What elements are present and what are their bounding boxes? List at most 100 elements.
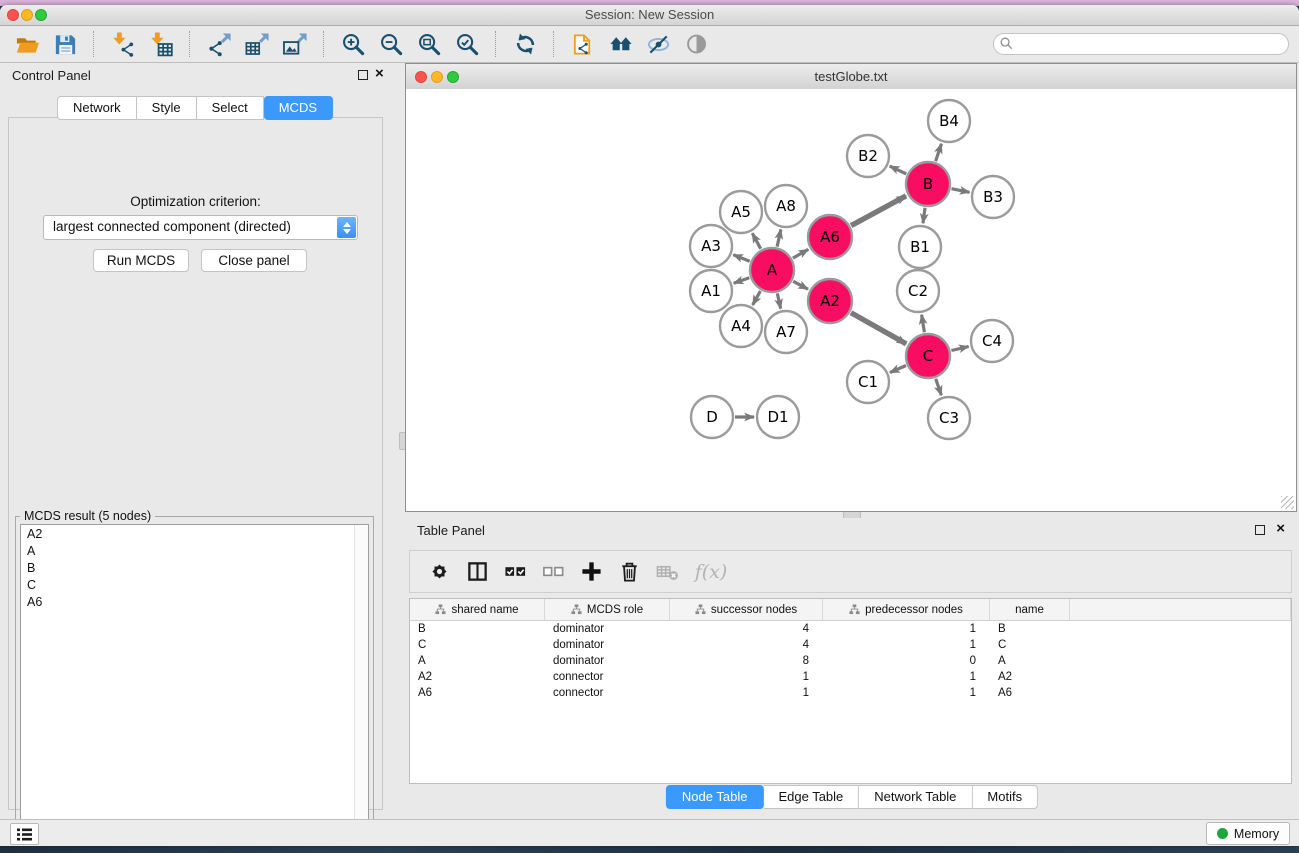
- close-panel-button[interactable]: Close panel: [201, 249, 307, 272]
- float-panel-icon[interactable]: [358, 70, 368, 80]
- column-header-successor-nodes[interactable]: successor nodes: [670, 599, 823, 620]
- graph-edge-B-B1[interactable]: [923, 208, 925, 223]
- graph-edge-A-A2[interactable]: [793, 281, 808, 289]
- column-header-shared-name[interactable]: shared name: [410, 599, 545, 620]
- network-canvas[interactable]: B4 B2 B B3 A5A8A6 A3 B1 A A1 C2 A2 A4A7 C4 C C1 C3 D D1: [406, 89, 1296, 511]
- mcds-result-list[interactable]: A2ABCA6: [20, 524, 369, 846]
- table-float-panel-icon[interactable]: [1255, 525, 1265, 535]
- toolbar-button-zoom-selected[interactable]: [449, 29, 485, 59]
- toolbar-button-refresh[interactable]: [507, 29, 543, 59]
- toolbar-button-import-table[interactable]: [143, 29, 179, 59]
- tab-mcds[interactable]: MCDS: [264, 96, 333, 120]
- toolbar-button-zoom-in[interactable]: [335, 29, 371, 59]
- toolbar-button-export-image[interactable]: [277, 29, 313, 59]
- table-row[interactable]: A2connector11A2: [410, 669, 1291, 685]
- graph-edge-A-A3[interactable]: [733, 255, 749, 261]
- toolbar-button-open-folder[interactable]: [9, 29, 45, 59]
- table-close-panel-icon[interactable]: ×: [1276, 520, 1285, 538]
- memory-button[interactable]: Memory: [1206, 822, 1290, 845]
- table-row[interactable]: Bdominator41B: [410, 621, 1291, 637]
- main-titlebar[interactable]: Session: New Session: [0, 5, 1299, 26]
- table-toolbar-button-delete-row[interactable]: [612, 556, 646, 588]
- table-row[interactable]: Adominator80A: [410, 653, 1291, 669]
- toolbar-button-show-details[interactable]: [679, 29, 715, 59]
- graph-edge-A-A6[interactable]: [793, 249, 808, 258]
- graph-edge-C-C3[interactable]: [936, 379, 942, 396]
- graph-node-A5[interactable]: A5: [720, 191, 762, 233]
- toolbar-button-import-network[interactable]: [105, 29, 141, 59]
- graph-node-B4[interactable]: B4: [928, 100, 970, 142]
- mcds-result-item[interactable]: A2: [21, 525, 368, 542]
- column-header-predecessor-nodes[interactable]: predecessor nodes: [823, 599, 990, 620]
- search-input[interactable]: [993, 33, 1289, 55]
- graph-node-A6[interactable]: A6: [808, 215, 852, 259]
- graph-node-D[interactable]: D: [691, 396, 733, 438]
- graph-edge-B-B2[interactable]: [890, 166, 907, 174]
- toolbar-button-first-neighbors[interactable]: [603, 29, 639, 59]
- mcds-result-item[interactable]: A: [21, 542, 368, 559]
- toolbar-button-hide-details[interactable]: [641, 29, 677, 59]
- graph-node-B[interactable]: B: [906, 162, 950, 206]
- table-toolbar-button-deselect-all[interactable]: [536, 556, 570, 588]
- tab-style[interactable]: Style: [137, 96, 197, 120]
- graph-node-A3[interactable]: A3: [690, 225, 732, 267]
- toolbar-button-zoom-fit[interactable]: [411, 29, 447, 59]
- graph-edge-C-C2[interactable]: [922, 315, 925, 333]
- graph-edge-A-A1[interactable]: [734, 278, 750, 283]
- table-tab-edge-table[interactable]: Edge Table: [763, 785, 859, 809]
- graph-node-A2[interactable]: A2: [808, 279, 852, 323]
- graph-node-C4[interactable]: C4: [971, 320, 1013, 362]
- table-tab-motifs[interactable]: Motifs: [972, 785, 1038, 809]
- task-history-button[interactable]: [10, 823, 39, 845]
- graph-edge-B-B3[interactable]: [952, 189, 970, 193]
- graph-edge-A-A8[interactable]: [777, 229, 781, 246]
- graph-node-C[interactable]: C: [906, 334, 950, 378]
- graph-edge-A2-C[interactable]: [851, 313, 906, 344]
- mcds-result-item[interactable]: B: [21, 559, 368, 576]
- graph-edge-B-B4[interactable]: [936, 144, 942, 161]
- graph-node-A7[interactable]: A7: [765, 311, 807, 353]
- graph-node-A[interactable]: A: [750, 248, 794, 292]
- graph-node-B1[interactable]: B1: [899, 226, 941, 268]
- toolbar-button-zoom-out[interactable]: [373, 29, 409, 59]
- table-toolbar-button-select-all[interactable]: [498, 556, 532, 588]
- mcds-list-scrollbar[interactable]: [354, 525, 368, 846]
- mcds-result-item[interactable]: A6: [21, 593, 368, 610]
- network-window-titlebar[interactable]: testGlobe.txt: [406, 64, 1296, 90]
- graph-edge-A-A5[interactable]: [752, 233, 760, 249]
- close-panel-icon[interactable]: ×: [375, 65, 384, 83]
- table-toolbar-button-settings-gear[interactable]: [422, 556, 456, 588]
- graph-node-C1[interactable]: C1: [847, 361, 889, 403]
- table-row[interactable]: Cdominator41C: [410, 637, 1291, 653]
- graph-node-A8[interactable]: A8: [765, 185, 807, 227]
- graph-node-C2[interactable]: C2: [897, 270, 939, 312]
- graph-node-A1[interactable]: A1: [690, 270, 732, 312]
- table-toolbar-button-column-layout[interactable]: [460, 556, 494, 588]
- toolbar-button-export-network[interactable]: [201, 29, 237, 59]
- table-tab-node-table[interactable]: Node Table: [666, 785, 764, 809]
- table-row[interactable]: A6connector11A6: [410, 685, 1291, 701]
- tab-network[interactable]: Network: [57, 96, 137, 120]
- graph-edge-A-A4[interactable]: [753, 291, 761, 305]
- tab-select[interactable]: Select: [197, 96, 264, 120]
- toolbar-button-export-table[interactable]: [239, 29, 275, 59]
- criterion-dropdown[interactable]: largest connected component (directed): [43, 215, 358, 240]
- graph-node-B2[interactable]: B2: [847, 135, 889, 177]
- graph-edge-C-C4[interactable]: [951, 347, 968, 351]
- graph-node-D1[interactable]: D1: [757, 396, 799, 438]
- column-header-name[interactable]: name: [990, 599, 1070, 620]
- graph-node-C3[interactable]: C3: [928, 397, 970, 439]
- graph-edge-C-C1[interactable]: [890, 366, 906, 373]
- table-toolbar-button-add-row[interactable]: [574, 556, 608, 588]
- toolbar-button-save[interactable]: [47, 29, 83, 59]
- toolbar-button-network-file[interactable]: [565, 29, 601, 59]
- graph-node-B3[interactable]: B3: [972, 176, 1014, 218]
- mcds-result-item[interactable]: C: [21, 576, 368, 593]
- window-resize-grip[interactable]: [1281, 496, 1294, 509]
- table-tab-network-table[interactable]: Network Table: [859, 785, 972, 809]
- column-header-MCDS-role[interactable]: MCDS role: [545, 599, 670, 620]
- run-mcds-button[interactable]: Run MCDS: [93, 249, 189, 272]
- graph-node-A4[interactable]: A4: [720, 305, 762, 347]
- graph-edge-A6-B[interactable]: [851, 196, 906, 226]
- graph-edge-A-A7[interactable]: [777, 293, 780, 308]
